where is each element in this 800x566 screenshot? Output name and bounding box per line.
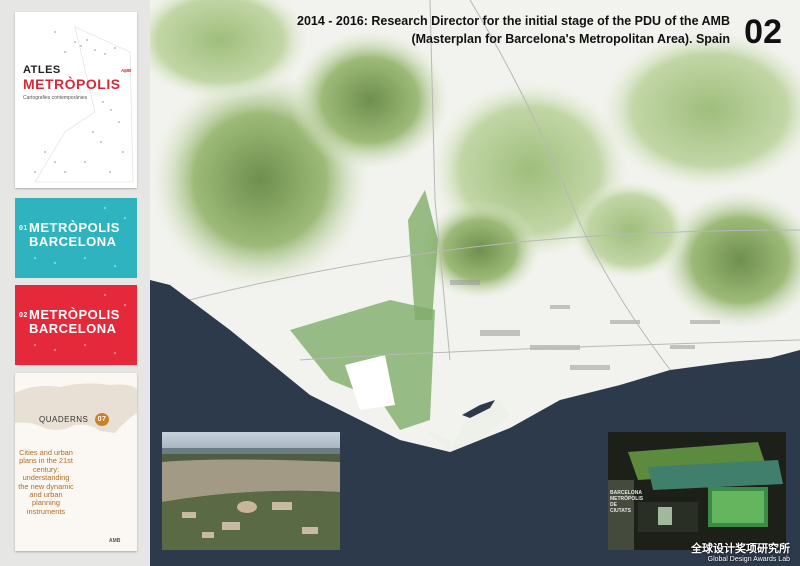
atles-line1: ATLES [23, 64, 61, 76]
page-title: 2014 - 2016: Research Director for the i… [297, 12, 730, 48]
title-line-1: 2014 - 2016: Research Director for the i… [297, 14, 730, 28]
watermark-line1: 全球设计奖项研究所 [691, 543, 790, 555]
quaderns-number: 07 [95, 413, 109, 426]
aerial-photo-graphic [162, 432, 340, 550]
red-num: 02 [19, 312, 28, 319]
blue-num: 01 [19, 225, 28, 232]
metropolis-barcelona-blue-cover: 01 METRÒPOLIS BARCELONA [15, 198, 137, 278]
poster-panel: ATLES METRÒPOLIS Cartografies contemporà… [0, 0, 800, 566]
aerial-photo [162, 432, 340, 550]
red-line2: BARCELONA [29, 321, 117, 336]
blue-line1: METRÒPOLIS [29, 220, 120, 235]
watermark-line2: Global Design Awards Lab [707, 556, 790, 563]
exhibition-wall-text: BARCELONA METRÒPOLIS DE CIUTATS [610, 490, 644, 514]
metropolis-barcelona-red-cover: 02 METRÒPOLIS BARCELONA [15, 285, 137, 365]
exhibition-photo: BARCELONA METRÒPOLIS DE CIUTATS [608, 432, 786, 550]
world-map-graphic [15, 383, 137, 433]
atles-subtitle: Cartografies contemporànies [23, 95, 88, 101]
watermark: 全球设计奖项研究所 Global Design Awards Lab [691, 540, 790, 563]
atles-line2: METRÒPOLIS [23, 76, 121, 92]
red-line1: METRÒPOLIS [29, 307, 120, 322]
title-line-2: (Masterplan for Barcelona's Metropolitan… [411, 32, 730, 46]
blue-line2: BARCELONA [29, 234, 117, 249]
page-number: 02 [744, 13, 782, 51]
atles-metropolis-cover: ATLES METRÒPOLIS Cartografies contemporà… [15, 12, 137, 188]
atles-logo: AMB [121, 68, 132, 73]
quaderns-main-text: Cities and urban plans in the 21st centu… [18, 448, 74, 516]
quaderns-cover: QUADERNS 07 Cities and urban plans in th… [15, 373, 137, 551]
quaderns-name: QUADERNS [39, 415, 89, 424]
quaderns-logo: AMB [109, 538, 121, 544]
